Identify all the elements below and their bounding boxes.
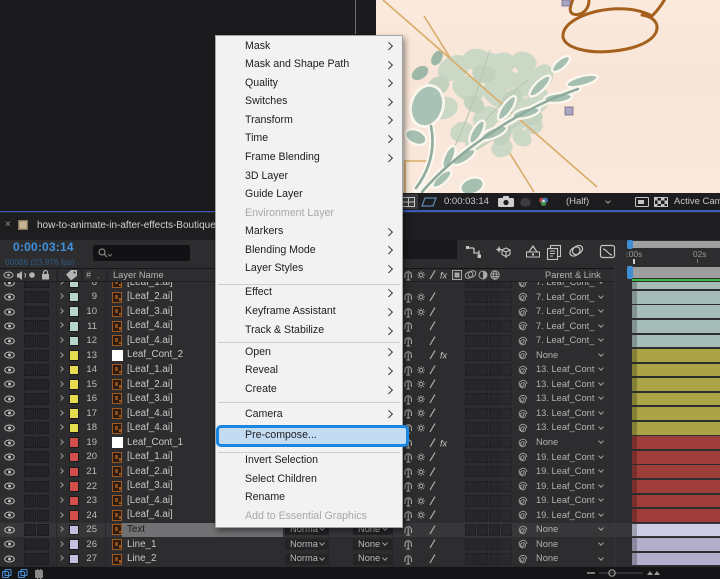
svg-text:fx: fx [440,438,448,448]
svg-text:fx: fx [440,271,448,281]
svg-text:fx: fx [440,351,448,361]
